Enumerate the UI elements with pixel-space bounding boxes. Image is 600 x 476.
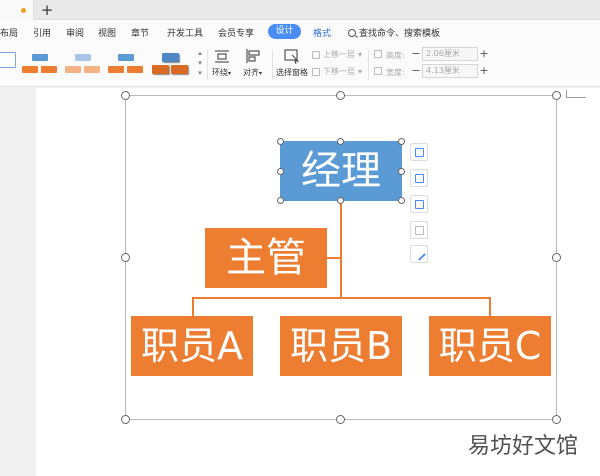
select-pane-icon <box>283 48 301 65</box>
resize-handle-bottom-left[interactable] <box>121 415 130 424</box>
style-icon <box>415 200 424 209</box>
width-increase-button[interactable]: + <box>479 65 489 77</box>
smartart-style-4[interactable] <box>106 50 146 78</box>
new-tab-button[interactable]: + <box>40 1 54 19</box>
menu-references[interactable]: 引用 <box>33 26 51 39</box>
width-field[interactable]: 4.13厘米 <box>422 64 478 78</box>
select-pane-label: 选择窗格 <box>276 68 308 77</box>
send-backward-icon <box>312 67 320 76</box>
height-decrease-button[interactable]: − <box>411 48 421 60</box>
align-label: 对齐 <box>243 68 259 77</box>
smartart-style-1[interactable] <box>0 50 18 78</box>
connector-supervisor <box>327 257 341 259</box>
height-field[interactable]: 2.06厘米 <box>422 47 478 61</box>
menu-view[interactable]: 视图 <box>98 26 116 39</box>
connector-staff-bus <box>192 297 491 299</box>
height-label: 高度: <box>386 51 405 60</box>
height-increase-button[interactable]: + <box>479 48 489 60</box>
pen-icon <box>413 248 426 261</box>
align-icon <box>244 48 262 64</box>
menu-member-exclusive[interactable]: 会员专享 <box>218 26 254 39</box>
node-handle[interactable] <box>398 197 405 204</box>
ribbon-toolbar: ▴ ▾ ▾ 环绕▾ 对齐▾ 选择窗格 上移一层 ▾ 下移一层 ▾ 高度: − 2.06厘… <box>0 42 600 87</box>
node-handle[interactable] <box>337 197 344 204</box>
unsaved-dot-icon <box>21 8 26 13</box>
connector-manager-staff <box>340 201 342 298</box>
page-corner-mark <box>566 97 586 98</box>
node-handle[interactable] <box>277 197 284 204</box>
resize-handle-top[interactable] <box>336 91 345 100</box>
connector-staff-c <box>489 297 491 316</box>
resize-handle-bottom-right[interactable] <box>552 415 561 424</box>
add-shape-button[interactable] <box>410 143 428 161</box>
node-handle[interactable] <box>277 168 284 175</box>
node-handle[interactable] <box>277 138 284 145</box>
add-shape-icon <box>415 148 424 157</box>
smartart-style-3[interactable] <box>63 50 103 78</box>
width-label: 宽度: <box>386 68 405 77</box>
menu-review[interactable]: 审阅 <box>66 26 84 39</box>
move-up-button[interactable]: 上移一层 ▾ <box>312 49 362 60</box>
tab-design[interactable]: 设计 <box>268 24 301 39</box>
change-style-button[interactable] <box>410 195 428 213</box>
change-layout-button[interactable] <box>410 169 428 187</box>
smartart-style-5[interactable] <box>150 50 190 78</box>
org-node-staff-a[interactable]: 职员A <box>131 316 253 376</box>
layout-icon <box>415 174 424 183</box>
menu-sections[interactable]: 章节 <box>131 26 149 39</box>
org-node-staff-c[interactable]: 职员C <box>429 316 551 376</box>
node-handle[interactable] <box>398 138 405 145</box>
width-icon <box>374 67 382 75</box>
wrap-text-icon <box>213 48 231 64</box>
resize-handle-top-right[interactable] <box>552 91 561 100</box>
resize-handle-top-left[interactable] <box>121 91 130 100</box>
menu-developer-tools[interactable]: 开发工具 <box>167 26 203 39</box>
height-icon <box>374 50 382 58</box>
move-down-button[interactable]: 下移一层 ▾ <box>312 66 362 77</box>
tab-strip: + <box>0 0 600 20</box>
wrap-label: 环绕 <box>212 68 228 77</box>
command-search[interactable]: 查找命令、搜索模板 <box>348 26 440 39</box>
text-pane-button[interactable] <box>410 221 428 239</box>
bring-forward-icon <box>312 50 320 59</box>
node-handle[interactable] <box>398 168 405 175</box>
tab-format[interactable]: 格式 <box>313 26 331 39</box>
menu-layout[interactable]: 布局 <box>0 26 18 39</box>
resize-handle-left[interactable] <box>121 253 130 262</box>
smartart-style-2[interactable] <box>20 50 60 78</box>
resize-handle-bottom[interactable] <box>336 415 345 424</box>
connector-staff-a <box>192 297 194 316</box>
watermark: 易坊好文馆 <box>467 434 578 459</box>
org-node-staff-b[interactable]: 职员B <box>280 316 402 376</box>
search-icon <box>348 28 356 37</box>
select-pane-tool[interactable]: 选择窗格 <box>276 48 308 78</box>
org-node-supervisor[interactable]: 主管 <box>205 228 327 288</box>
node-handle[interactable] <box>337 138 344 145</box>
wrap-tool[interactable]: 环绕▾ <box>212 48 231 78</box>
width-decrease-button[interactable]: − <box>411 65 421 77</box>
format-brush-button[interactable] <box>410 245 428 263</box>
search-placeholder: 查找命令、搜索模板 <box>359 29 441 39</box>
org-node-manager[interactable]: 经理 <box>280 141 402 201</box>
document-tab[interactable] <box>0 0 34 20</box>
text-pane-icon <box>415 226 424 235</box>
gallery-scroll[interactable]: ▴ ▾ ▾ <box>196 48 204 80</box>
resize-handle-right[interactable] <box>552 253 561 262</box>
align-tool[interactable]: 对齐▾ <box>243 48 262 78</box>
